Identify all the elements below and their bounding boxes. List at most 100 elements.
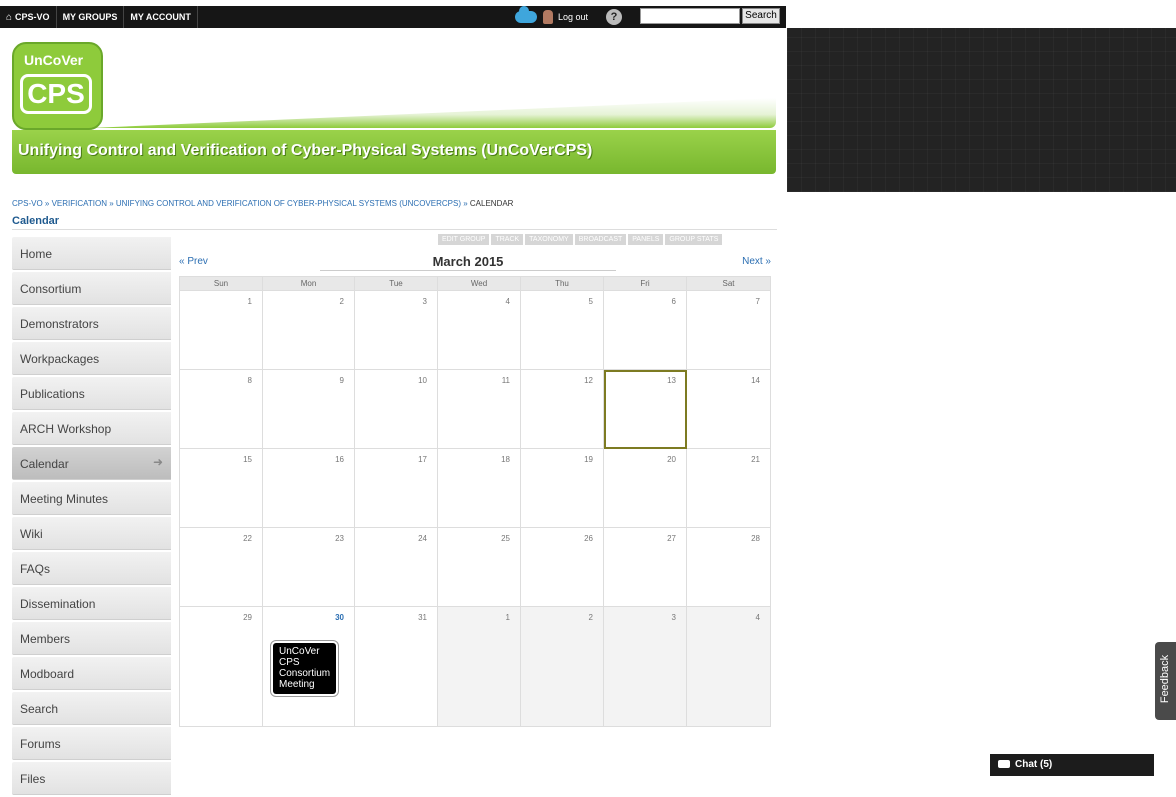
day-cell[interactable]: 18 — [437, 448, 521, 528]
day-cell[interactable]: 22 — [179, 527, 263, 607]
banner-swoosh — [90, 98, 776, 128]
header-background-panel — [787, 28, 1176, 192]
sidebar-item-workpackages[interactable]: Workpackages — [12, 342, 171, 375]
group-title: Unifying Control and Verification of Cyb… — [18, 142, 593, 159]
day-cell[interactable]: 29 — [179, 606, 263, 727]
sidebar-item-demonstrators[interactable]: Demonstrators — [12, 307, 171, 340]
day-cell[interactable]: 11 — [437, 369, 521, 449]
sidebar-item-consortium[interactable]: Consortium — [12, 272, 171, 305]
day-cell[interactable]: 24 — [354, 527, 438, 607]
breadcrumb-current: CALENDAR — [469, 199, 514, 208]
feedback-tab[interactable]: Feedback — [1155, 642, 1176, 720]
chat-bar[interactable]: Chat (5) — [990, 754, 1154, 776]
cloud-icon[interactable] — [515, 6, 537, 23]
month-title: March 2015 — [320, 254, 616, 271]
logo-text: UnCoVer — [24, 52, 84, 68]
sidebar-item-members[interactable]: Members — [12, 622, 171, 655]
day-cell[interactable]: 3 — [354, 290, 438, 370]
sidebar-item-home[interactable]: Home — [12, 237, 171, 270]
day-cell-next-month[interactable]: 4 — [686, 606, 771, 727]
group-banner: UnCoVer CPS Unifying Control and Verific… — [0, 28, 786, 188]
group-logo[interactable]: UnCoVer CPS — [12, 42, 103, 130]
sidebar-item-calendar[interactable]: Calendar ➜ — [12, 447, 171, 480]
breadcrumb: CPS-VO » VERIFICATION » UNIFYING CONTROL… — [12, 199, 514, 208]
next-month-link[interactable]: Next » — [742, 256, 771, 267]
breadcrumb-link[interactable]: VERIFICATION — [52, 199, 107, 208]
day-cell[interactable]: 21 — [686, 448, 771, 528]
tab-panels[interactable]: PANELS — [628, 234, 664, 245]
arrow-right-icon: ➜ — [152, 455, 163, 469]
sidebar-item-publications[interactable]: Publications — [12, 377, 171, 410]
day-cell[interactable]: 6 — [603, 290, 687, 370]
day-cell[interactable]: 27 — [603, 527, 687, 607]
top-nav-my-groups[interactable]: MY GROUPS — [57, 6, 125, 28]
week-row: 22 23 24 25 26 27 28 — [179, 527, 771, 607]
search-input[interactable] — [640, 8, 740, 24]
sidebar-item-forums[interactable]: Forums — [12, 727, 171, 760]
chat-icon — [998, 760, 1010, 768]
top-nav-my-account[interactable]: MY ACCOUNT — [124, 6, 198, 28]
search-button[interactable]: Search — [742, 8, 780, 24]
day-cell[interactable]: 10 — [354, 369, 438, 449]
top-nav-cps-vo[interactable]: ⌂ CPS-VO — [0, 6, 57, 28]
sidebar-item-modboard[interactable]: Modboard — [12, 657, 171, 690]
top-nav: ⌂ CPS-VO MY GROUPS MY ACCOUNT — [0, 6, 198, 28]
sidebar-item-wiki[interactable]: Wiki — [12, 517, 171, 550]
tab-taxonomy[interactable]: TAXONOMY — [525, 234, 573, 245]
calendar-event[interactable]: UnCoVer CPS Consortium Meeting — [273, 643, 336, 694]
month-calendar: Sun Mon Tue Wed Thu Fri Sat 1 2 3 4 5 6 … — [179, 276, 771, 727]
tab-broadcast[interactable]: BROADCAST — [574, 234, 627, 245]
day-cell[interactable]: 9 — [262, 369, 355, 449]
day-cell[interactable]: 25 — [437, 527, 521, 607]
day-cell[interactable]: 19 — [520, 448, 604, 528]
sidebar-item-meeting-minutes[interactable]: Meeting Minutes — [12, 482, 171, 515]
weekday-header-row: Sun Mon Tue Wed Thu Fri Sat — [179, 276, 771, 291]
day-cell[interactable]: 28 — [686, 527, 771, 607]
day-cell-next-month[interactable]: 3 — [603, 606, 687, 727]
sidebar: Home Consortium Demonstrators Workpackag… — [12, 237, 171, 797]
prev-month-link[interactable]: « Prev — [179, 256, 208, 267]
help-icon[interactable]: ? — [606, 9, 623, 25]
avatar[interactable] — [543, 10, 553, 24]
divider — [12, 229, 777, 230]
breadcrumb-link[interactable]: UNIFYING CONTROL AND VERIFICATION OF CYB… — [116, 199, 461, 208]
chat-label: Chat (5) — [1015, 759, 1053, 770]
day-cell[interactable]: 12 — [520, 369, 604, 449]
tab-edit-group[interactable]: EDIT GROUP — [438, 234, 490, 245]
day-cell[interactable]: 1 — [179, 290, 263, 370]
day-cell[interactable]: 2 — [262, 290, 355, 370]
tab-group-stats[interactable]: GROUP STATS — [665, 234, 723, 245]
sidebar-item-dissemination[interactable]: Dissemination — [12, 587, 171, 620]
day-cell[interactable]: 20 — [603, 448, 687, 528]
day-cell[interactable]: 17 — [354, 448, 438, 528]
sidebar-item-files[interactable]: Files — [12, 762, 171, 795]
day-cell[interactable]: 16 — [262, 448, 355, 528]
day-cell-next-month[interactable]: 1 — [437, 606, 521, 727]
tab-track[interactable]: TRACK — [491, 234, 524, 245]
day-cell[interactable]: 7 — [686, 290, 771, 370]
weekday-header: Sun — [179, 276, 263, 291]
sidebar-item-arch-workshop[interactable]: ARCH Workshop — [12, 412, 171, 445]
day-cell[interactable]: 31 — [354, 606, 438, 727]
weekday-header: Sat — [686, 276, 771, 291]
day-cell-with-event[interactable]: 30 UnCoVer CPS Consortium Meeting — [262, 606, 355, 727]
day-cell[interactable]: 15 — [179, 448, 263, 528]
breadcrumb-link[interactable]: CPS-VO — [12, 199, 43, 208]
weekday-header: Mon — [262, 276, 355, 291]
logo-cps: CPS — [20, 74, 92, 114]
day-cell[interactable]: 26 — [520, 527, 604, 607]
day-cell[interactable]: 4 — [437, 290, 521, 370]
day-cell[interactable]: 8 — [179, 369, 263, 449]
day-cell[interactable]: 23 — [262, 527, 355, 607]
sidebar-item-faqs[interactable]: FAQs — [12, 552, 171, 585]
day-cell[interactable]: 14 — [686, 369, 771, 449]
day-cell[interactable]: 5 — [520, 290, 604, 370]
day-cell-today[interactable]: 13 — [603, 369, 687, 449]
home-icon: ⌂ — [6, 12, 13, 23]
weekday-header: Thu — [520, 276, 604, 291]
day-cell-next-month[interactable]: 2 — [520, 606, 604, 727]
feedback-label: Feedback — [1159, 654, 1171, 704]
sidebar-item-search[interactable]: Search — [12, 692, 171, 725]
logout-link[interactable]: Log out — [558, 12, 588, 22]
week-row: 1 2 3 4 5 6 7 — [179, 290, 771, 370]
